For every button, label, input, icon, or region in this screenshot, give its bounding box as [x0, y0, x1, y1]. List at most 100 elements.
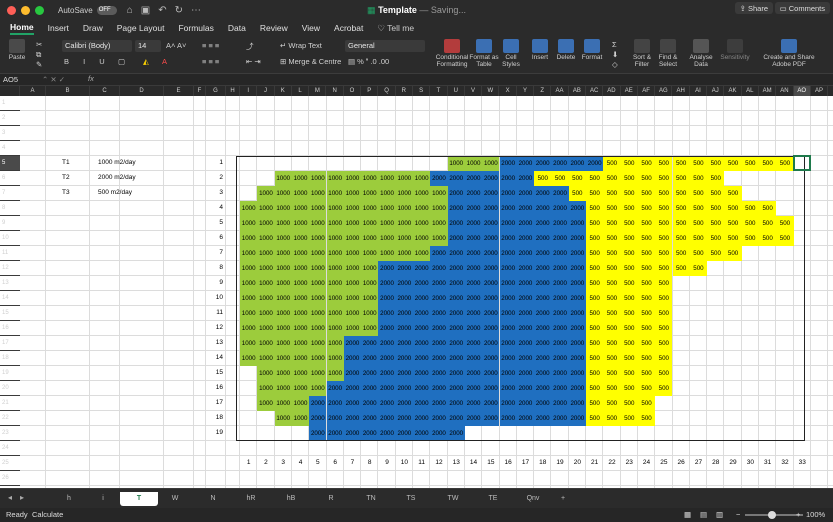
row-header[interactable]: 26	[0, 471, 20, 486]
font-color-icon[interactable]: A	[162, 57, 167, 66]
column-header[interactable]: R	[396, 86, 413, 96]
schedule-cell-t3[interactable]: 500	[603, 396, 621, 411]
schedule-cell-t3[interactable]: 500	[689, 231, 708, 246]
schedule-cell-t2[interactable]: 2000	[430, 276, 448, 291]
conditional-formatting-button[interactable]: Conditional Formatting	[435, 39, 469, 68]
schedule-cell-t1[interactable]: 1000	[361, 321, 379, 336]
column-header[interactable]: AJ	[707, 86, 725, 96]
sort-filter-button[interactable]: Sort & Filter	[630, 39, 654, 68]
schedule-cell-t1[interactable]: 1000	[257, 351, 275, 366]
schedule-cell-t2[interactable]: 2000	[447, 216, 465, 231]
schedule-cell-t3[interactable]: 500	[620, 336, 638, 351]
schedule-cell-t3[interactable]: 500	[603, 216, 621, 231]
minimize-window-button[interactable]	[21, 5, 30, 15]
tab-review[interactable]: Review	[260, 23, 288, 33]
schedule-cell-t3[interactable]: 500	[707, 201, 725, 216]
schedule-cell-t3[interactable]: 500	[586, 336, 604, 351]
schedule-cell-t3[interactable]: 500	[655, 351, 673, 366]
schedule-cell-t3[interactable]: 500	[707, 216, 725, 231]
schedule-cell-t3[interactable]: 500	[655, 366, 673, 381]
row-header[interactable]: 21	[0, 396, 20, 411]
schedule-cell-t3[interactable]: 500	[707, 231, 725, 246]
schedule-cell-t2[interactable]: 2000	[447, 381, 465, 396]
schedule-cell-t1[interactable]: 1000	[378, 216, 396, 231]
schedule-cell-t2[interactable]: 2000	[551, 411, 569, 426]
schedule-cell-t1[interactable]: 1000	[378, 246, 396, 261]
schedule-cell-t1[interactable]: 1000	[291, 276, 310, 291]
schedule-cell-t2[interactable]: 2000	[568, 396, 586, 411]
schedule-cell-t1[interactable]: 1000	[240, 336, 258, 351]
schedule-cell-t3[interactable]: 500	[655, 246, 673, 261]
schedule-cell-t1[interactable]: 1000	[240, 321, 258, 336]
schedule-cell-t1[interactable]: 1000	[240, 306, 258, 321]
schedule-cell-t3[interactable]: 500	[672, 171, 690, 186]
schedule-cell-t2[interactable]: 2000	[343, 336, 362, 351]
schedule-cell-t2[interactable]: 2000	[516, 411, 535, 426]
schedule-cell-t2[interactable]: 2000	[447, 246, 465, 261]
schedule-cell-t3[interactable]: 500	[586, 291, 604, 306]
schedule-cell-t2[interactable]: 2000	[447, 306, 465, 321]
schedule-cell-t1[interactable]: 1000	[274, 231, 292, 246]
schedule-cell-t1[interactable]: 1000	[326, 231, 344, 246]
column-header[interactable]: AE	[621, 86, 638, 96]
schedule-cell-t3[interactable]: 500	[568, 171, 586, 186]
schedule-cell-t1[interactable]: 1000	[291, 291, 310, 306]
schedule-cell-t2[interactable]: 2000	[534, 336, 552, 351]
schedule-cell-t2[interactable]: 2000	[430, 306, 448, 321]
row-header[interactable]: 9	[0, 216, 20, 231]
schedule-cell-t2[interactable]: 2000	[378, 321, 396, 336]
schedule-cell-t3[interactable]: 500	[586, 201, 604, 216]
schedule-cell-t1[interactable]: 1000	[291, 321, 310, 336]
schedule-cell-t3[interactable]: 500	[707, 246, 725, 261]
schedule-cell-t1[interactable]: 1000	[430, 186, 448, 201]
schedule-cell-t1[interactable]: 1000	[413, 186, 431, 201]
column-header[interactable]: L	[292, 86, 310, 96]
schedule-cell-t3[interactable]: 500	[637, 261, 656, 276]
schedule-cell-t2[interactable]: 2000	[413, 351, 431, 366]
schedule-cell-t3[interactable]: 500	[689, 171, 708, 186]
schedule-cell-t1[interactable]: 1000	[291, 261, 310, 276]
schedule-cell-t3[interactable]: 500	[603, 156, 621, 171]
schedule-cell-t2[interactable]: 2000	[343, 426, 362, 441]
schedule-cell-t3[interactable]: 500	[655, 156, 673, 171]
schedule-cell-t1[interactable]: 1000	[257, 366, 275, 381]
schedule-cell-t3[interactable]: 500	[637, 171, 656, 186]
schedule-cell-t1[interactable]: 1000	[274, 276, 292, 291]
schedule-cell-t1[interactable]: 1000	[274, 216, 292, 231]
format-as-table-button[interactable]: Format as Table	[469, 39, 499, 68]
schedule-cell-t2[interactable]: 2000	[534, 381, 552, 396]
page-break-view-icon[interactable]: ▥	[716, 510, 723, 519]
schedule-cell-t3[interactable]: 500	[620, 216, 638, 231]
column-header[interactable]: W	[482, 86, 500, 96]
schedule-cell-t1[interactable]: 1000	[257, 186, 275, 201]
page-layout-view-icon[interactable]: ▤	[700, 510, 707, 519]
analyse-data-button[interactable]: Analyse Data	[688, 39, 714, 68]
schedule-cell-t2[interactable]: 2000	[568, 411, 586, 426]
schedule-cell-t2[interactable]: 2000	[395, 261, 413, 276]
tab-acrobat[interactable]: Acrobat	[334, 23, 363, 33]
schedule-cell-t1[interactable]: 1000	[291, 246, 310, 261]
schedule-cell-t3[interactable]: 500	[603, 381, 621, 396]
schedule-cell-t2[interactable]: 2000	[534, 366, 552, 381]
schedule-cell-t2[interactable]: 2000	[378, 276, 396, 291]
schedule-cell-t1[interactable]: 1000	[413, 171, 431, 186]
schedule-cell-t2[interactable]: 2000	[343, 381, 362, 396]
format-painter-icon[interactable]: ✎	[36, 60, 42, 69]
schedule-cell-t3[interactable]: 500	[586, 411, 604, 426]
schedule-cell-t1[interactable]: 1000	[395, 216, 413, 231]
schedule-cell-t2[interactable]: 2000	[361, 336, 379, 351]
schedule-cell-t1[interactable]: 1000	[257, 201, 275, 216]
sheet-tab-r[interactable]: R	[318, 492, 344, 506]
schedule-cell-t3[interactable]: 500	[672, 216, 690, 231]
schedule-cell-t2[interactable]: 2000	[551, 246, 569, 261]
schedule-cell-t2[interactable]: 2000	[464, 366, 483, 381]
schedule-cell-t2[interactable]: 2000	[326, 381, 344, 396]
schedule-cell-t1[interactable]: 1000	[326, 216, 344, 231]
schedule-cell-t1[interactable]: 1000	[291, 171, 310, 186]
schedule-cell-t1[interactable]: 1000	[274, 321, 292, 336]
schedule-cell-t1[interactable]: 1000	[361, 186, 379, 201]
schedule-cell-t2[interactable]: 2000	[361, 396, 379, 411]
schedule-cell-t1[interactable]: 1000	[257, 231, 275, 246]
column-header[interactable]: S	[413, 86, 431, 96]
schedule-cell-t1[interactable]: 1000	[257, 396, 275, 411]
